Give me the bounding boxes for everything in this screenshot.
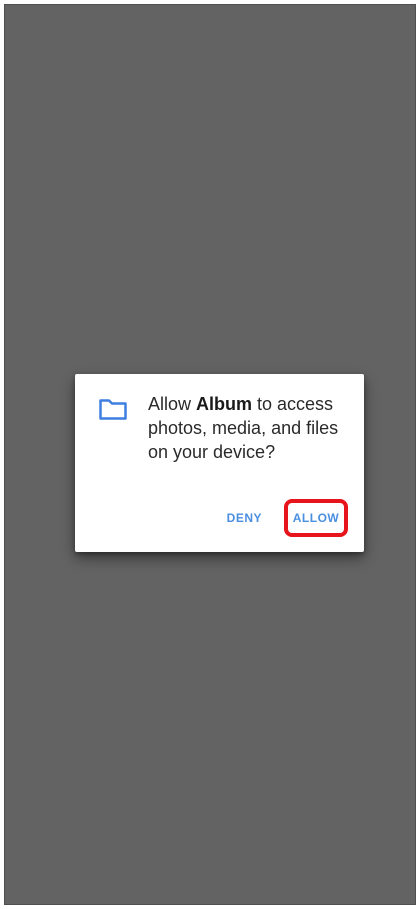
dialog-actions: DENY ALLOW xyxy=(227,498,348,538)
allow-button[interactable]: ALLOW xyxy=(293,511,340,525)
folder-icon xyxy=(99,399,127,420)
dimmed-background: Allow Album to access photos, media, and… xyxy=(4,4,416,905)
permission-message: Allow Album to access photos, media, and… xyxy=(148,392,358,464)
deny-button[interactable]: DENY xyxy=(227,511,262,525)
allow-highlight-box: ALLOW xyxy=(284,499,348,537)
permission-dialog: Allow Album to access photos, media, and… xyxy=(75,374,364,552)
app-name: Album xyxy=(196,394,253,414)
message-prefix: Allow xyxy=(148,394,197,414)
